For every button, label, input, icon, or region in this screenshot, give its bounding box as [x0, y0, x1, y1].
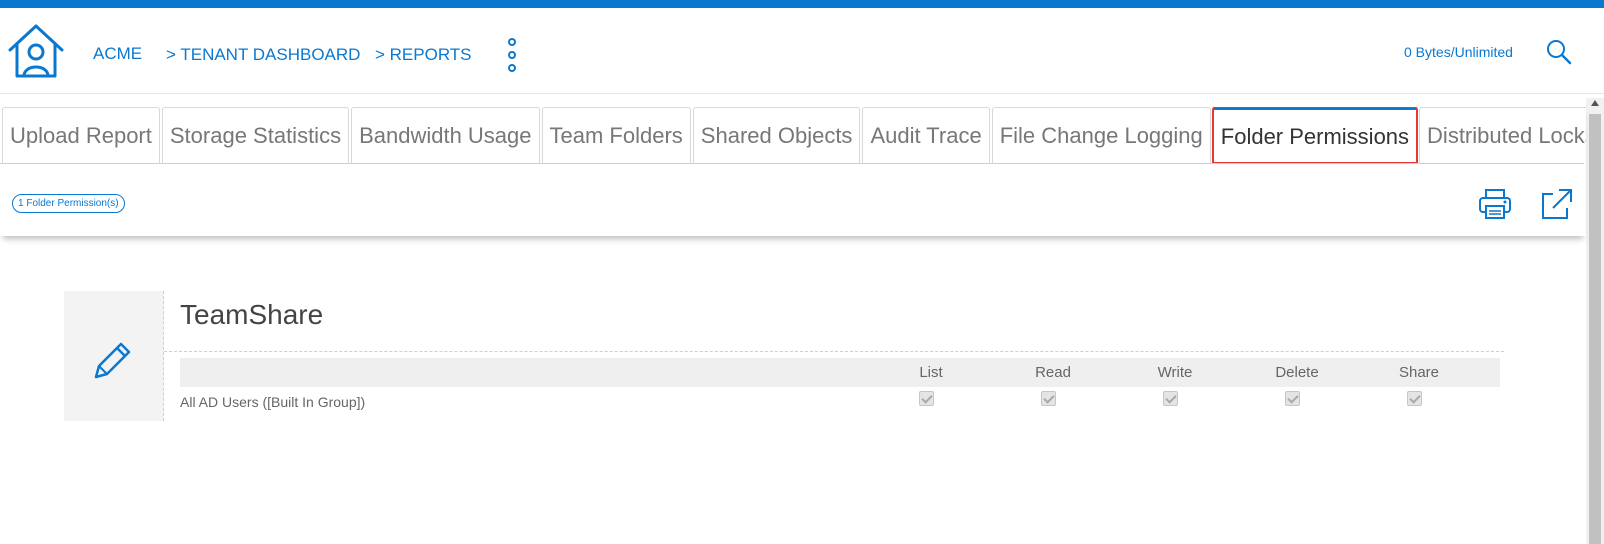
list-checkbox	[919, 391, 934, 406]
folder-permission-card: TeamShare List Read Write Delete Share A…	[64, 291, 1504, 421]
tab-upload-report[interactable]: Upload Report	[2, 107, 160, 163]
share-checkbox	[1407, 391, 1422, 406]
permission-header-row: List Read Write Delete Share	[180, 358, 1500, 387]
tab-distributed-locks[interactable]: Distributed Locks	[1419, 107, 1586, 163]
breadcrumb-reports[interactable]: > REPORTS	[375, 45, 472, 65]
top-accent-bar	[0, 0, 1604, 8]
breadcrumb-acme[interactable]: ACME	[93, 44, 142, 64]
scrollbar-thumb[interactable]	[1589, 114, 1601, 544]
tabs-divider	[0, 163, 1584, 164]
tab-storage-statistics[interactable]: Storage Statistics	[161, 107, 350, 163]
folder-name: TeamShare	[180, 299, 324, 330]
edit-pencil-icon	[94, 342, 131, 379]
home-icon[interactable]	[6, 22, 66, 80]
search-icon[interactable]	[1546, 39, 1572, 65]
column-header-delete: Delete	[1275, 364, 1319, 381]
tab-audit-trace[interactable]: Audit Trace	[862, 107, 990, 163]
tab-folder-permissions[interactable]: Folder Permissions	[1211, 107, 1419, 163]
permission-count-badge: 1 Folder Permission(s)	[12, 194, 125, 213]
read-checkbox	[1041, 391, 1056, 406]
divider	[164, 351, 1504, 352]
delete-checkbox	[1285, 391, 1300, 406]
kebab-menu-icon[interactable]	[505, 38, 519, 74]
print-icon[interactable]	[1478, 188, 1512, 220]
report-tabs: Upload Report Storage Statistics Bandwid…	[2, 107, 1586, 163]
scroll-up-arrow-icon[interactable]	[1591, 100, 1599, 106]
tab-shared-objects[interactable]: Shared Objects	[692, 107, 861, 163]
edit-folder-button[interactable]	[64, 291, 164, 421]
permission-principal: All AD Users ([Built In Group])	[180, 394, 366, 410]
tab-file-change-logging[interactable]: File Change Logging	[991, 107, 1211, 163]
tab-team-folders[interactable]: Team Folders	[541, 107, 691, 163]
app-header: ACME > TENANT DASHBOARD > REPORTS 0 Byte…	[0, 8, 1604, 94]
storage-quota: 0 Bytes/Unlimited	[1404, 44, 1513, 60]
write-checkbox	[1163, 391, 1178, 406]
export-icon[interactable]	[1539, 188, 1573, 220]
column-header-read: Read	[1035, 364, 1071, 381]
column-header-share: Share	[1398, 364, 1440, 381]
report-panel: Upload Report Storage Statistics Bandwid…	[0, 104, 1586, 236]
column-header-list: List	[919, 364, 943, 381]
vertical-scrollbar[interactable]	[1586, 98, 1604, 544]
tab-bandwidth-usage[interactable]: Bandwidth Usage	[351, 107, 540, 163]
column-header-write: Write	[1157, 364, 1193, 381]
breadcrumb-tenant-dashboard[interactable]: > TENANT DASHBOARD	[166, 45, 360, 65]
